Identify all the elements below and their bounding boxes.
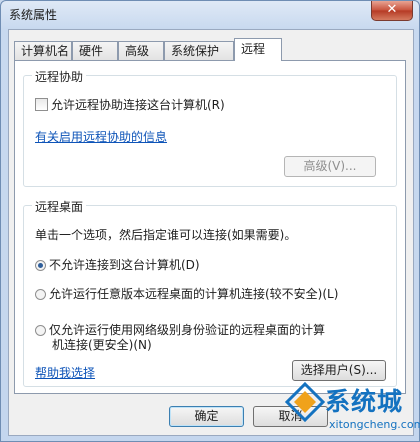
remote-assistance-group-label: 远程协助 [32, 68, 87, 85]
option-deny-connections[interactable]: 不允许连接到这台计算机(D) [35, 256, 200, 273]
remote-assistance-info-link[interactable]: 有关启用远程协助的信息 [35, 128, 167, 145]
remote-assistance-group: 远程协助 允许远程协助连接这台计算机(R) 有关启用远程协助的信息 高级(V).… [23, 68, 397, 187]
allow-remote-assistance-row[interactable]: 允许远程协助连接这台计算机(R) [35, 96, 225, 113]
option-allow-any-version[interactable]: 允许运行任意版本远程桌面的计算机连接(较不安全)(L) [35, 285, 338, 302]
radio-deny-connections[interactable] [35, 260, 46, 271]
help-me-choose-link[interactable]: 帮助我选择 [35, 364, 95, 381]
tab-system-protection[interactable]: 系统保护 [164, 41, 234, 60]
advanced-button[interactable]: 高级(V)... [284, 156, 376, 177]
option-nla-label-line2: 机连接(更安全)(N) [52, 338, 152, 352]
remote-desktop-group-label: 远程桌面 [32, 198, 87, 215]
tab-advanced[interactable]: 高级 [118, 41, 164, 60]
allow-remote-assistance-label: 允许远程协助连接这台计算机(R) [51, 98, 225, 112]
ok-button[interactable]: 确定 [169, 406, 244, 427]
tab-remote[interactable]: 远程 [234, 38, 282, 61]
system-properties-window: 系统属性 ✕ 计算机名 硬件 高级 系统保护 远程 远程协助 允许远程协助连接这… [0, 0, 420, 442]
tab-computer-name[interactable]: 计算机名 [14, 41, 72, 60]
radio-allow-nla-only[interactable] [35, 325, 46, 336]
remote-desktop-instruction: 单击一个选项，然后指定谁可以连接(如果需要)。 [35, 228, 297, 242]
option-nla-label-line1: 仅允许运行使用网络级别身份验证的远程桌面的计算 [49, 323, 326, 337]
option-allow-any-label: 允许运行任意版本远程桌面的计算机连接(较不安全)(L) [49, 287, 339, 301]
dialog-client-area: 计算机名 硬件 高级 系统保护 远程 远程协助 允许远程协助连接这台计算机(R)… [8, 29, 414, 436]
option-deny-label: 不允许连接到这台计算机(D) [49, 258, 200, 272]
close-button[interactable]: ✕ [371, 1, 413, 21]
remote-desktop-group: 远程桌面 单击一个选项，然后指定谁可以连接(如果需要)。 不允许连接到这台计算机… [23, 198, 397, 387]
tab-hardware[interactable]: 硬件 [72, 41, 118, 60]
window-title: 系统属性 [9, 8, 58, 22]
allow-remote-assistance-checkbox[interactable] [35, 98, 48, 111]
watermark-logo-icon [285, 382, 325, 422]
watermark-url: xitongcheng.com [329, 418, 420, 431]
site-watermark: 系统城 xitongcheng.com [285, 378, 420, 442]
remote-tab-page: 远程协助 允许远程协助连接这台计算机(R) 有关启用远程协助的信息 高级(V).… [14, 60, 406, 394]
watermark-text: 系统城 [325, 387, 404, 416]
radio-allow-any-version[interactable] [35, 289, 46, 300]
